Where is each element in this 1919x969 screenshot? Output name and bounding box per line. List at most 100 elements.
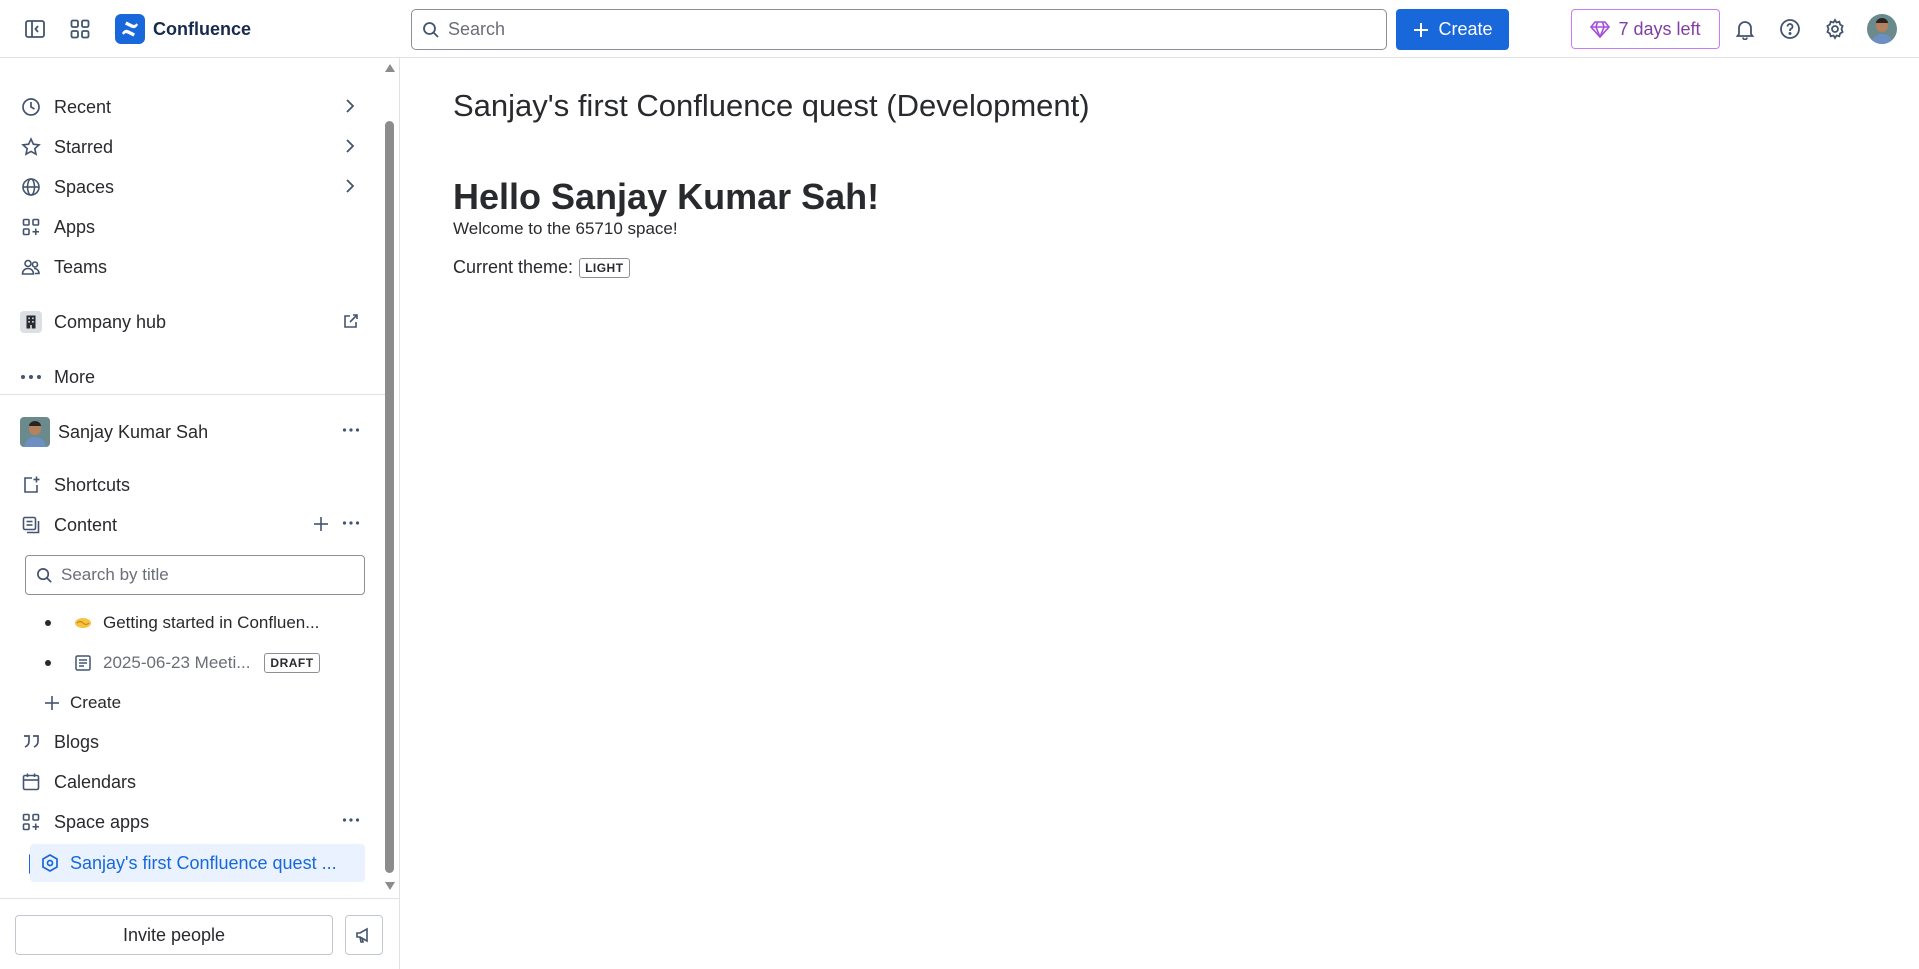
top-navigation-bar: Confluence Search Create 7 days left [0,0,1919,58]
bullet [45,620,51,626]
main-content: Sanjay's first Confluence quest (Develop… [401,58,1919,969]
page-icon [73,653,93,673]
welcome-text: Welcome to the 65710 space! [453,219,678,238]
sidebar-item-label: Content [54,514,118,535]
create-button-label: Create [1438,19,1493,39]
sidebar-item-label: Shortcuts [54,474,131,495]
sidebar-item-shortcuts[interactable]: Shortcuts [20,467,360,503]
sidebar-footer-divider [0,898,399,899]
search-placeholder: Search [448,19,506,39]
settings-gear-icon[interactable] [1820,14,1850,44]
confluence-logo[interactable]: Confluence [115,14,251,44]
sidebar-item-recent[interactable]: Recent [20,89,360,125]
invite-people-button[interactable]: Invite people [15,915,333,955]
handshake-icon [73,613,93,633]
tree-item-getting-started[interactable]: Getting started in Confluen... [45,606,319,640]
sidebar-item-starred[interactable]: Starred [20,129,360,165]
sidebar-item-label: Calendars [54,771,137,792]
sidebar-item-calendars[interactable]: Calendars [20,764,360,800]
sidebar-item-company-hub[interactable]: Company hub [20,304,360,340]
theme-label: Current theme: [453,257,574,277]
trial-label: 7 days left [1618,18,1701,39]
apps-icon [20,216,42,238]
sidebar-divider [0,394,385,395]
scrollbar-thumb[interactable] [385,121,394,873]
trial-badge-button[interactable]: 7 days left [1571,9,1720,49]
sidebar-item-space-apps[interactable]: Space apps [20,804,360,840]
calendar-icon [20,771,42,793]
sidebar-item-blogs[interactable]: Blogs [20,724,360,760]
sidebar-item-spaces[interactable]: Spaces [20,169,360,205]
space-apps-more-icon[interactable] [342,810,360,830]
search-by-title-input[interactable]: Search by title [25,555,365,595]
star-icon [20,136,42,158]
scroll-down-arrow-icon[interactable] [385,882,395,890]
sidebar: Recent Starred Spaces Apps Teams Company… [0,58,400,969]
more-horizontal-icon [20,366,42,388]
sidebar-item-label: Recent [54,96,112,117]
page-title: Sanjay's first Confluence quest (Develop… [453,88,1090,123]
tree-create-button[interactable]: Create [42,686,121,720]
feedback-megaphone-button[interactable] [345,915,383,955]
scroll-up-arrow-icon[interactable] [385,64,395,72]
plus-icon [1414,22,1429,37]
globe-icon [20,176,42,198]
tree-item-label: 2025-06-23 Meeti... [103,653,251,672]
app-name: Confluence [153,18,252,39]
tree-item-label: Getting started in Confluen... [103,613,320,632]
external-link-icon [342,312,360,330]
tree-create-label: Create [70,693,122,712]
invite-people-label: Invite people [122,924,226,945]
content-icon [20,514,42,536]
space-owner-name: Sanjay Kumar Sah [58,421,209,442]
chevron-right-icon[interactable] [340,96,360,116]
theme-badge: LIGHT [579,257,630,278]
sidebar-item-label: Company hub [54,311,167,332]
search-icon [423,21,439,38]
search-icon [37,567,52,583]
sidebar-item-apps[interactable]: Apps [20,209,360,245]
user-avatar[interactable] [1867,14,1897,44]
greeting-heading: Hello Sanjay Kumar Sah! [453,176,880,217]
content-more-actions-icon[interactable] [342,513,360,533]
notifications-bell-icon[interactable] [1730,14,1760,44]
sidebar-toggle-icon[interactable] [20,14,50,44]
building-icon [20,311,42,333]
confluence-logo-icon [115,14,145,44]
chevron-right-icon[interactable] [340,176,360,196]
sidebar-item-content[interactable]: Content [20,507,360,543]
space-owner-row[interactable]: Sanjay Kumar Sah [20,414,360,450]
space-avatar [20,417,50,447]
sidebar-item-label: Blogs [54,731,100,752]
plus-icon [42,693,62,713]
diamond-icon [1590,21,1611,38]
current-theme-row: Current theme: LIGHT [453,257,630,278]
shortcut-icon [20,474,42,496]
more-actions-icon[interactable] [342,420,360,440]
create-button[interactable]: Create [1396,9,1509,50]
sidebar-item-label: More [54,366,96,387]
sidebar-item-label: Teams [54,256,108,277]
sidebar-item-teams[interactable]: Teams [20,249,360,285]
bullet [45,660,51,666]
global-search-input[interactable]: Search [411,9,1387,50]
active-page-label: Sanjay's first Confluence quest ... [70,852,337,873]
sidebar-item-more[interactable]: More [20,359,360,395]
sidebar-item-label: Space apps [54,811,150,832]
clock-icon [20,96,42,118]
space-hex-icon [40,853,60,873]
sidebar-item-active-page[interactable]: Sanjay's first Confluence quest ... [30,844,365,882]
megaphone-icon [356,927,368,943]
sidebar-item-label: Starred [54,136,114,157]
help-icon[interactable] [1775,14,1805,44]
app-switcher-icon[interactable] [65,14,95,44]
sidebar-item-label: Apps [54,216,96,237]
tree-item-meeting-draft[interactable]: 2025-06-23 Meeti... DRAFT [45,646,320,680]
search-by-title-placeholder: Search by title [61,565,169,584]
sidebar-item-label: Spaces [54,176,115,197]
teams-icon [20,256,42,278]
apps-icon [20,811,42,833]
add-content-plus-icon[interactable] [312,515,330,533]
quote-icon [20,731,42,753]
chevron-right-icon[interactable] [340,136,360,156]
